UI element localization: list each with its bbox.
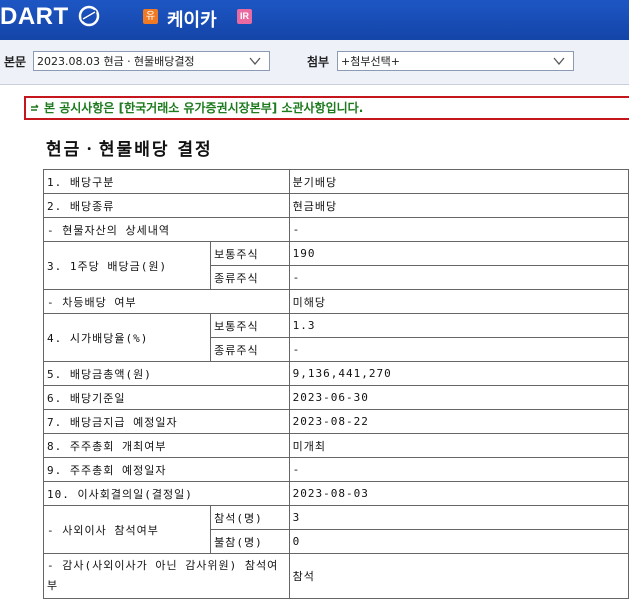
row-value: 190 — [288, 241, 629, 266]
row-label: - 차등배당 여부 — [43, 289, 290, 314]
page-title: 현금ㆍ현물배당 결정 — [46, 140, 213, 160]
table-row: 3. 1주당 배당금(원) 보통주식 190 — [42, 241, 629, 290]
row-label: - 사외이사 참석여부 — [42, 505, 212, 554]
table-row: 9. 주주총회 예정일자 - — [43, 457, 629, 482]
table-row: 7. 배당금지급 예정일자 2023-08-22 — [43, 409, 629, 434]
row-label: 8. 주주총회 개최여부 — [43, 433, 290, 458]
row-value: 미개최 — [288, 433, 629, 458]
row-value: - — [288, 217, 629, 242]
company-name: 케이카 — [167, 10, 217, 31]
stock-market-badge: 유 — [143, 9, 158, 24]
notice-text: 본 공시사항은 [한국거래소 유가증권시장본부] 소관사항입니다. — [44, 101, 364, 115]
row-label: - 감사(사외이사가 아닌 감사위원) 참석여부 — [43, 553, 290, 599]
row-value: 미해당 — [288, 289, 629, 314]
dart-logo[interactable]: DART — [0, 3, 69, 31]
row-sublabel: 보통주식 — [210, 313, 290, 338]
table-row: - 차등배당 여부 미해당 — [43, 289, 629, 314]
main-doc-select[interactable]: 2023.08.03 현금ㆍ현물배당결정 — [33, 51, 270, 71]
attachment-label: 첨부 — [307, 55, 330, 69]
dart-logo-swoosh-icon — [78, 5, 100, 27]
row-value: - — [288, 337, 629, 362]
row-sublabel: 불참(명) — [210, 529, 290, 554]
table-row: - 현물자산의 상세내역 - — [43, 217, 629, 242]
row-value: 2023-06-30 — [288, 385, 629, 410]
pointing-hand-icon — [31, 104, 39, 111]
row-value: - — [288, 265, 629, 290]
disclosure-document: 본 공시사항은 [한국거래소 유가증권시장본부] 소관사항입니다. 현금ㆍ현물배… — [0, 85, 629, 599]
dividend-decision-table: 1. 배당구분 분기배당 2. 배당종류 현금배당 - 현물자산의 상세내역 -… — [42, 169, 629, 599]
attachment-select-value: +첨부선택+ — [341, 55, 400, 68]
row-sublabel: 종류주식 — [210, 265, 290, 290]
top-header-bar: DART 유 케이카 IR — [0, 0, 629, 40]
jurisdiction-notice: 본 공시사항은 [한국거래소 유가증권시장본부] 소관사항입니다. — [24, 96, 629, 120]
row-sublabel: 종류주식 — [210, 337, 290, 362]
row-label: 2. 배당종류 — [43, 193, 290, 218]
table-row: 2. 배당종류 현금배당 — [43, 193, 629, 218]
attachment-select[interactable]: +첨부선택+ — [337, 51, 574, 71]
row-label: 6. 배당기준일 — [43, 385, 290, 410]
row-label: - 현물자산의 상세내역 — [43, 217, 290, 242]
table-row: - 감사(사외이사가 아닌 감사위원) 참석여부 참석 — [43, 553, 629, 599]
row-value: 2023-08-22 — [288, 409, 629, 434]
row-value: 1.3 — [288, 313, 629, 338]
table-row: 4. 시가배당율(%) 보통주식 1.3 — [42, 313, 629, 362]
row-value: 참석 — [288, 553, 629, 599]
main-doc-select-value: 2023.08.03 현금ㆍ현물배당결정 — [37, 55, 195, 68]
table-row: 1. 배당구분 분기배당 — [43, 169, 629, 194]
table-row: - 사외이사 참석여부 참석(명) 3 — [42, 505, 629, 554]
table-row: 6. 배당기준일 2023-06-30 — [43, 385, 629, 410]
main-doc-label: 본문 — [4, 55, 27, 69]
document-selector-bar: 본문 2023.08.03 현금ㆍ현물배당결정 첨부 +첨부선택+ — [0, 40, 629, 85]
row-label: 3. 1주당 배당금(원) — [42, 241, 212, 290]
row-value: 2023-08-03 — [288, 481, 629, 506]
row-label: 9. 주주총회 예정일자 — [43, 457, 290, 482]
chevron-down-icon — [249, 57, 261, 66]
row-sublabel: 보통주식 — [210, 241, 290, 266]
row-value: 0 — [288, 529, 629, 554]
table-row: 10. 이사회결의일(결정일) 2023-08-03 — [43, 481, 629, 506]
row-value: 3 — [288, 505, 629, 530]
row-label: 10. 이사회결의일(결정일) — [43, 481, 290, 506]
row-value: 현금배당 — [288, 193, 629, 218]
row-value: - — [288, 457, 629, 482]
row-sublabel: 참석(명) — [210, 505, 290, 530]
ir-badge[interactable]: IR — [237, 9, 252, 24]
chevron-down-icon — [553, 57, 565, 66]
row-label: 1. 배당구분 — [43, 169, 290, 194]
row-label: 7. 배당금지급 예정일자 — [43, 409, 290, 434]
row-label: 4. 시가배당율(%) — [42, 313, 212, 362]
table-row: 8. 주주총회 개최여부 미개최 — [43, 433, 629, 458]
table-row: 5. 배당금총액(원) 9,136,441,270 — [43, 361, 629, 386]
row-value: 9,136,441,270 — [288, 361, 629, 386]
row-label: 5. 배당금총액(원) — [43, 361, 290, 386]
row-value: 분기배당 — [288, 169, 629, 194]
